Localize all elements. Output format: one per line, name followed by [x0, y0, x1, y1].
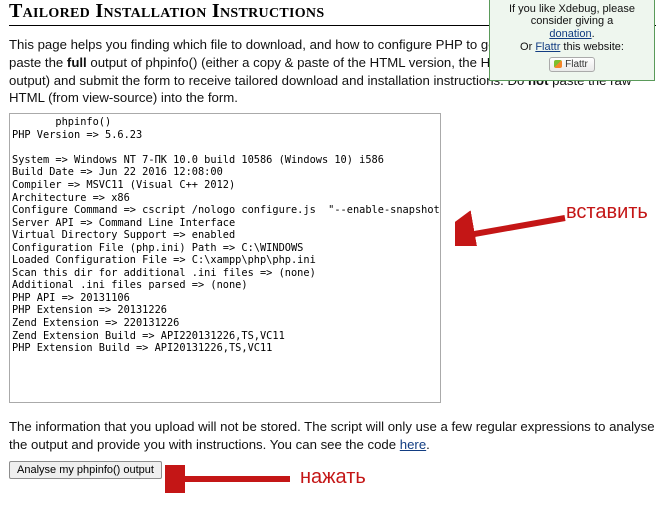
- info-text-2: .: [426, 437, 430, 452]
- phpinfo-textarea[interactable]: [9, 113, 441, 403]
- intro-full-word: full: [67, 55, 87, 70]
- flattr-button[interactable]: Flattr: [549, 57, 595, 72]
- sidebar-line1: If you like Xdebug, please consider givi…: [494, 3, 650, 27]
- intro-text-3: output) and submit the form to receive t…: [9, 73, 528, 88]
- sidebar-or: Or: [520, 41, 535, 53]
- info-paragraph: The information that you upload will not…: [9, 418, 656, 454]
- sidebar-box: If you like Xdebug, please consider givi…: [489, 0, 655, 81]
- flattr-button-label: Flattr: [565, 59, 588, 70]
- code-here-link[interactable]: here: [400, 437, 426, 452]
- sidebar-this-site: this website:: [560, 41, 624, 53]
- analyse-button[interactable]: Analyse my phpinfo() output: [9, 461, 162, 479]
- info-text-1: The information that you upload will not…: [9, 419, 655, 452]
- flattr-link[interactable]: Flattr: [535, 41, 560, 53]
- flattr-icon: [554, 60, 562, 68]
- donation-link[interactable]: donation: [549, 28, 591, 40]
